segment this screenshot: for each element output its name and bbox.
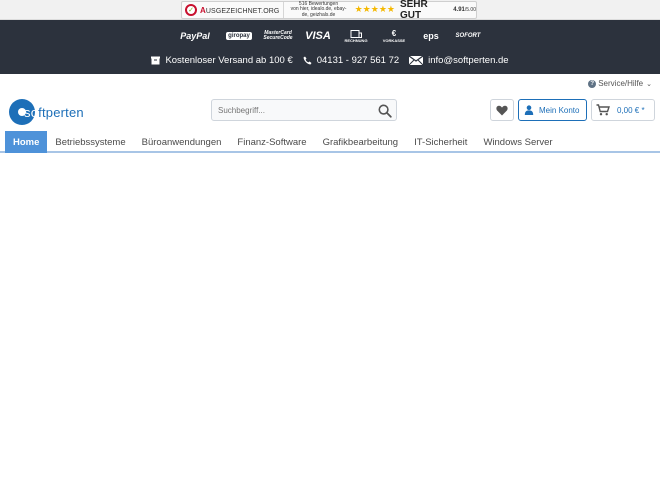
nav-item-bueroanwendungen[interactable]: Büroanwendungen bbox=[134, 131, 230, 153]
review-count-text: 516 Bewertungen von hier, idealo.de, eba… bbox=[290, 0, 347, 18]
box-icon bbox=[151, 56, 161, 65]
shopping-cart-icon bbox=[596, 104, 610, 116]
rating-verdict: SEHR GUT bbox=[399, 0, 428, 21]
nav-item-betriebssysteme[interactable]: Betriebssysteme bbox=[47, 131, 133, 153]
envelope-icon bbox=[409, 55, 424, 65]
euro-icon: € bbox=[391, 29, 397, 38]
search-box bbox=[211, 99, 397, 121]
rating-stars-icon: ★★★★★ bbox=[354, 4, 395, 15]
paypal-logo: PayPal bbox=[180, 31, 210, 41]
cart-button[interactable]: 0,00 € * bbox=[591, 99, 655, 121]
nav-item-finanz-software[interactable]: Finanz-Software bbox=[229, 131, 314, 153]
top-header: PayPal giropay MasterCard SecureCode VISA… bbox=[0, 20, 660, 74]
search-input[interactable] bbox=[218, 103, 368, 117]
search-button[interactable] bbox=[378, 103, 392, 118]
visa-logo: VISA bbox=[305, 30, 331, 42]
phone-icon bbox=[303, 56, 312, 65]
heart-icon bbox=[496, 105, 508, 115]
ausgezeichnet-seal: ✓ AUSGEZEICHNET.ORG bbox=[182, 2, 285, 18]
contact-info-bar: Kostenloser Versand ab 100 € 04131 - 927… bbox=[0, 53, 660, 67]
email-info[interactable]: info@softperten.de bbox=[409, 55, 509, 66]
nav-item-windows-server[interactable]: Windows Server bbox=[475, 131, 560, 153]
nav-item-home[interactable]: Home bbox=[5, 131, 48, 153]
mastercard-securecode-logo: MasterCard SecureCode bbox=[263, 30, 293, 41]
nav-item-grafikbearbeitung[interactable]: Grafikbearbeitung bbox=[315, 131, 407, 153]
eps-logo: eps bbox=[423, 31, 439, 41]
wishlist-button[interactable] bbox=[490, 99, 514, 121]
site-logo[interactable]: softperten bbox=[9, 98, 84, 126]
rechnung-logo: RECHNUNG bbox=[341, 29, 371, 43]
nav-item-it-sicherheit[interactable]: IT-Sicherheit bbox=[406, 131, 475, 153]
giropay-logo: giropay bbox=[226, 32, 252, 40]
shipping-info: Kostenloser Versand ab 100 € bbox=[151, 55, 293, 66]
rating-widget[interactable]: ✓ AUSGEZEICHNET.ORG 516 Bewertungen von … bbox=[181, 0, 477, 21]
vorkasse-logo: € VORKASSE bbox=[382, 29, 406, 43]
search-icon bbox=[378, 104, 392, 118]
my-account-button[interactable]: Mein Konto bbox=[518, 99, 587, 121]
checkmark-seal-icon: ✓ bbox=[185, 4, 197, 16]
invoice-icon bbox=[350, 29, 362, 38]
user-icon bbox=[524, 105, 534, 115]
rating-bar: ✓ AUSGEZEICHNET.ORG 516 Bewertungen von … bbox=[0, 0, 660, 21]
ausgezeichnet-logo: AUSGEZEICHNET.ORG bbox=[200, 5, 280, 15]
question-icon: ? bbox=[588, 79, 597, 88]
main-navigation: Home Betriebssysteme Büroanwendungen Fin… bbox=[0, 131, 660, 153]
chevron-down-icon: ⌄ bbox=[646, 80, 652, 88]
phone-info[interactable]: 04131 - 927 561 72 bbox=[303, 55, 399, 66]
payment-methods: PayPal giropay MasterCard SecureCode VISA… bbox=[0, 29, 660, 43]
service-help-menu[interactable]: ? Service/Hilfe ⌄ bbox=[588, 79, 652, 88]
rating-score: 4.91/5.00 bbox=[453, 7, 476, 13]
sofort-logo: SOFORT bbox=[455, 33, 481, 39]
main-content-area bbox=[0, 155, 660, 494]
